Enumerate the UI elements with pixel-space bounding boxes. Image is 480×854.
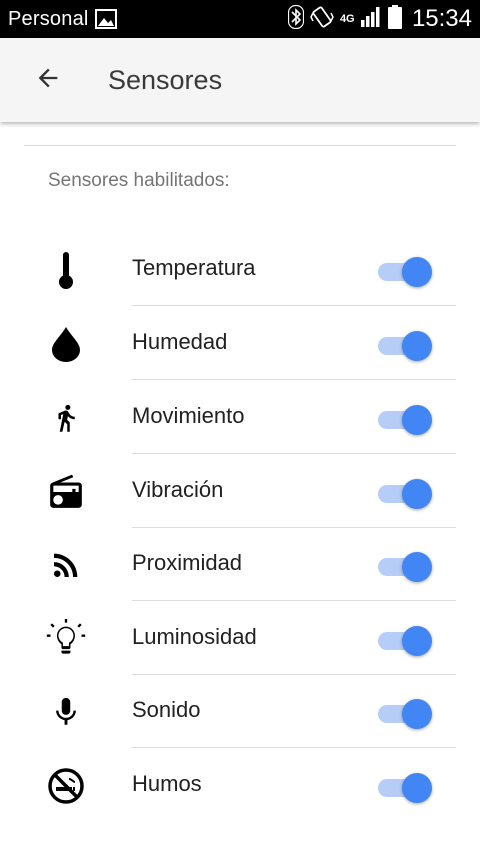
vibracion-toggle[interactable] — [378, 477, 434, 509]
sensor-label: Luminosidad — [132, 624, 257, 649]
walking-person-icon — [40, 396, 92, 440]
microphone-icon — [40, 690, 92, 734]
divider — [24, 145, 456, 146]
sonido-toggle[interactable] — [378, 697, 434, 729]
signal-icon — [360, 6, 382, 33]
battery-icon — [387, 4, 402, 34]
sensor-label: Sonido — [132, 697, 201, 722]
humos-toggle[interactable] — [378, 771, 434, 803]
proximidad-toggle[interactable] — [378, 550, 434, 582]
sensor-row-temperatura: Temperatura — [0, 232, 480, 306]
thermometer-icon — [40, 248, 92, 292]
sensor-label: Humos — [132, 771, 202, 796]
sensor-row-humos: Humos — [0, 748, 480, 822]
carrier-name: Personal — [8, 7, 89, 30]
sensor-label: Vibración — [132, 477, 224, 502]
image-icon — [94, 9, 117, 29]
sensor-label: Movimiento — [132, 403, 245, 428]
sensor-row-vibracion: Vibración — [0, 454, 480, 528]
page-title: Sensores — [108, 64, 223, 95]
light-bulb-icon — [40, 617, 92, 661]
sensor-row-humedad: Humedad — [0, 306, 480, 380]
water-drop-icon — [40, 322, 92, 366]
arrow-back-icon — [34, 64, 62, 97]
sensor-row-proximidad: Proximidad — [0, 527, 480, 601]
app-bar: Sensores — [0, 38, 480, 122]
rss-feed-icon — [40, 543, 92, 587]
section-label: Sensores habilitados: — [48, 170, 230, 191]
no-smoking-icon — [40, 764, 92, 808]
radio-icon — [40, 470, 92, 514]
vibrate-icon — [310, 5, 334, 34]
sensor-label: Temperatura — [132, 255, 256, 280]
temperatura-toggle[interactable] — [378, 255, 434, 287]
sensor-row-sonido: Sonido — [0, 674, 480, 748]
bluetooth-icon — [287, 4, 305, 34]
sensor-label: Proximidad — [132, 550, 243, 575]
movimiento-toggle[interactable] — [378, 403, 434, 435]
sensor-row-movimiento: Movimiento — [0, 380, 480, 454]
network-type: 4G — [339, 13, 355, 25]
sensor-label: Humedad — [132, 329, 228, 354]
clock: 15:34 — [411, 5, 472, 32]
luminosidad-toggle[interactable] — [378, 624, 434, 656]
humedad-toggle[interactable] — [378, 329, 434, 361]
status-bar: Personal 4G 15:34 — [0, 0, 480, 38]
sensor-row-luminosidad: Luminosidad — [0, 601, 480, 675]
back-button[interactable] — [24, 56, 72, 104]
